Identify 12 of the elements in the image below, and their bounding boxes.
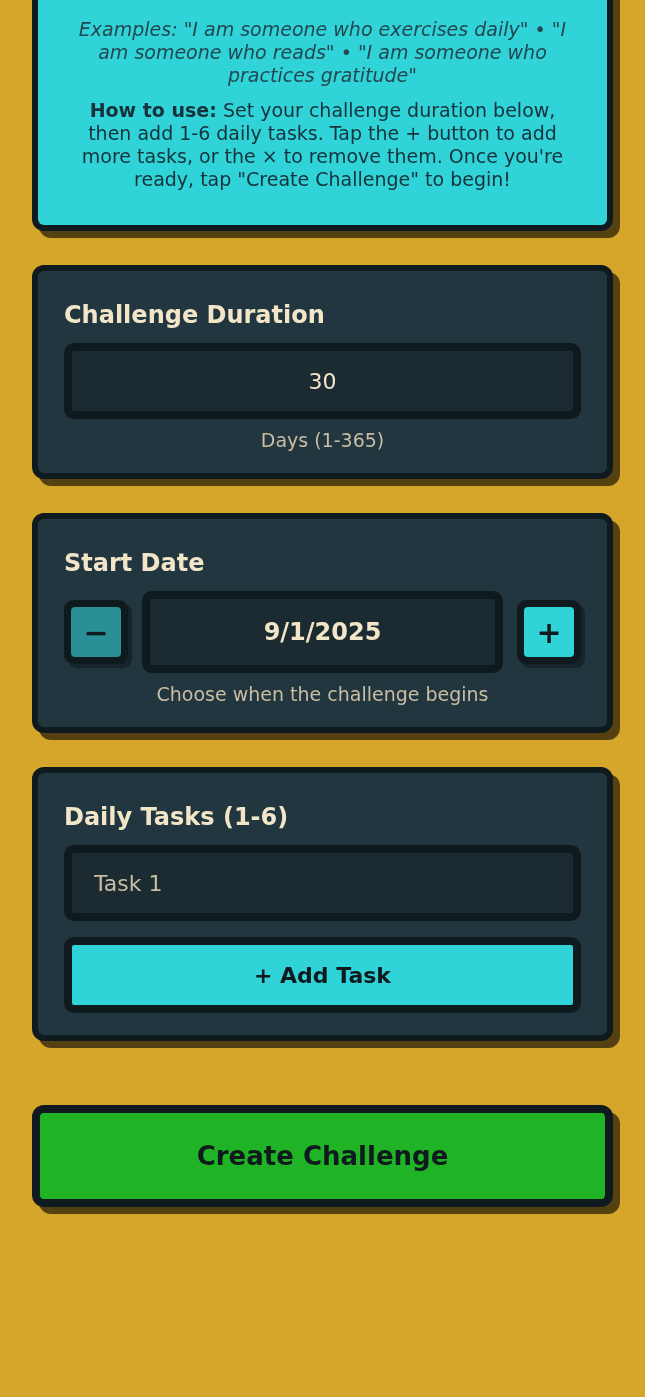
section-title: Daily Tasks (1-6) [64,802,290,831]
examples-text: Examples: "I am someone who exercises daily" • "I am someone who reads" • "I am someone who practices gratitude" [77,18,568,87]
date-input[interactable]: 9/1/2025 [142,591,503,673]
increment-button[interactable]: + [524,607,574,657]
task-input[interactable]: Task 1 [64,845,581,921]
duration-input[interactable]: 30 [64,343,581,419]
date-hint: Choose when the challenge begins [155,683,490,705]
how-to-use-text: How to use: Set your challenge duration below, then add 1-6 daily tasks. Tap the + button to add more tasks, or the × to remove them. Once you're ready, tap "Create Challenge" to begin! [80,99,565,191]
section-title: Start Date [64,548,206,577]
duration-hint: Days (1-365) [259,429,386,451]
add-task-button[interactable]: + Add Task [64,937,581,1013]
section-title: Challenge Duration [64,300,326,329]
